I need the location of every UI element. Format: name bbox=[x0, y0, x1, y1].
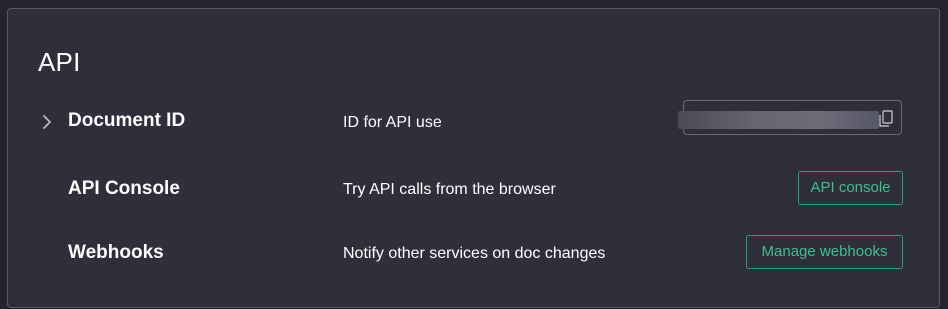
api-section-panel: API Document ID ID for API use API Conso… bbox=[7, 8, 940, 308]
webhooks-description: Notify other services on doc changes bbox=[343, 245, 606, 262]
api-console-button[interactable]: API console bbox=[798, 171, 903, 205]
document-id-field[interactable] bbox=[678, 100, 902, 135]
document-id-label[interactable]: Document ID bbox=[68, 110, 185, 132]
document-id-description: ID for API use bbox=[343, 114, 442, 131]
manage-webhooks-button[interactable]: Manage webhooks bbox=[746, 235, 903, 269]
chevron-right-icon[interactable] bbox=[38, 112, 56, 132]
section-title: API bbox=[38, 47, 81, 77]
api-console-label: API Console bbox=[68, 178, 180, 199]
webhooks-label: Webhooks bbox=[68, 242, 164, 263]
api-console-description: Try API calls from the browser bbox=[343, 181, 556, 198]
document-id-value-redacted bbox=[678, 111, 879, 129]
copy-icon[interactable] bbox=[877, 109, 895, 129]
